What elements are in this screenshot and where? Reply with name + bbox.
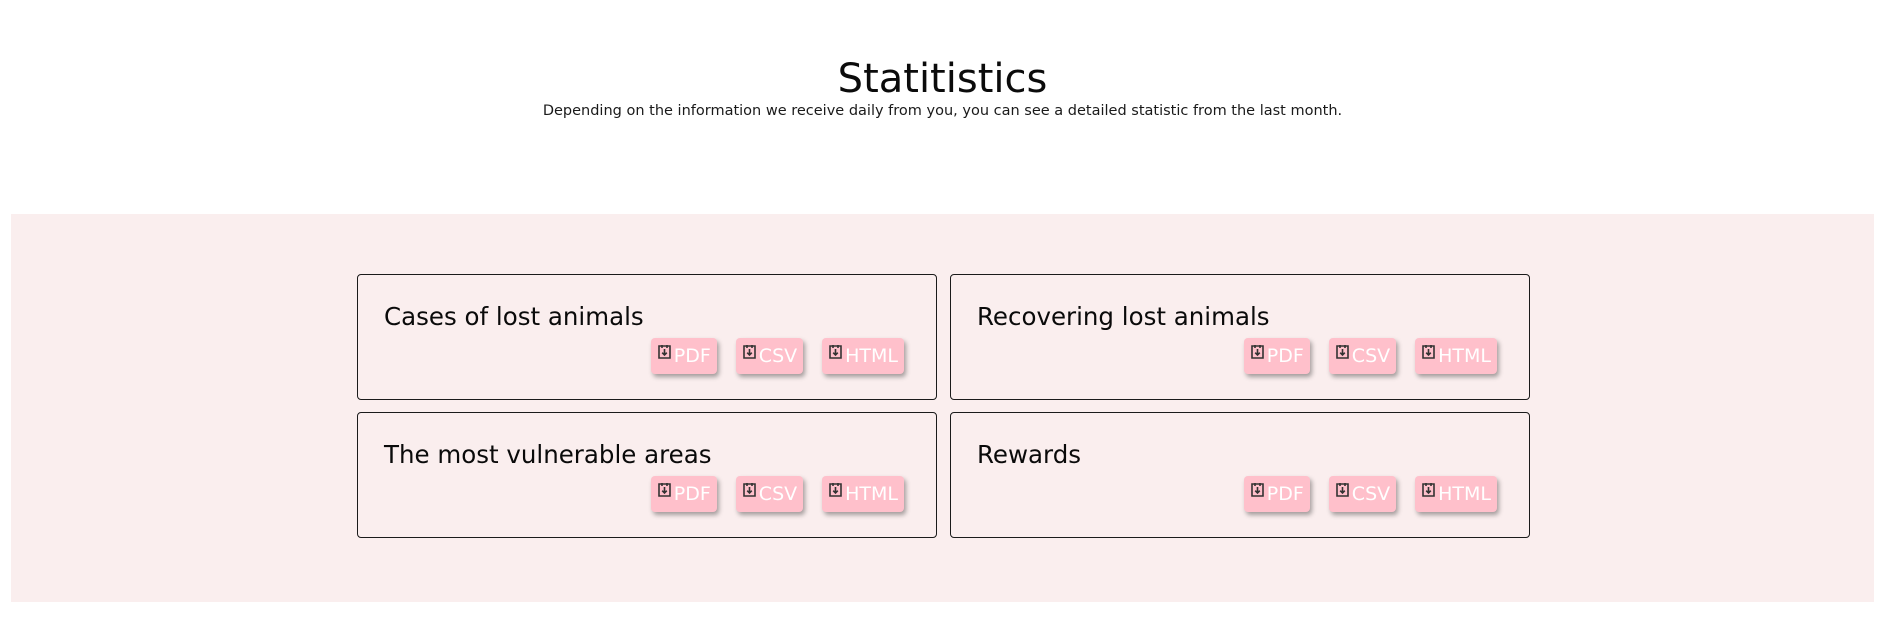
page-header: Statitistics Depending on the informatio… bbox=[0, 0, 1885, 214]
download-pdf-button[interactable]: PDF bbox=[1243, 338, 1310, 374]
stat-card-rewards: Rewards PDF CSV HTML bbox=[950, 412, 1530, 538]
download-csv-label: CSV bbox=[758, 345, 798, 367]
download-pdf-label: PDF bbox=[1266, 483, 1304, 505]
download-html-button[interactable]: HTML bbox=[1415, 476, 1497, 512]
card-title: Rewards bbox=[977, 440, 1082, 469]
download-html-label: HTML bbox=[845, 345, 898, 367]
download-csv-button[interactable]: CSV bbox=[735, 476, 804, 512]
download-pdf-button[interactable]: PDF bbox=[1243, 476, 1310, 512]
download-button-group: PDF CSV HTML bbox=[650, 338, 904, 374]
download-icon bbox=[1335, 482, 1350, 498]
download-html-button[interactable]: HTML bbox=[822, 476, 904, 512]
stat-card-most-vulnerable-areas: The most vulnerable areas PDF CSV HTML bbox=[357, 412, 937, 538]
download-pdf-button[interactable]: PDF bbox=[650, 338, 717, 374]
card-title: The most vulnerable areas bbox=[384, 440, 712, 469]
card-title: Recovering lost animals bbox=[977, 302, 1270, 331]
download-csv-button[interactable]: CSV bbox=[1328, 476, 1397, 512]
page-title: Statitistics bbox=[837, 56, 1048, 102]
stat-card-recovering-lost-animals: Recovering lost animals PDF CSV HTML bbox=[950, 274, 1530, 400]
download-html-button[interactable]: HTML bbox=[1415, 338, 1497, 374]
download-csv-button[interactable]: CSV bbox=[1328, 338, 1397, 374]
download-button-group: PDF CSV HTML bbox=[650, 476, 904, 512]
download-csv-button[interactable]: CSV bbox=[735, 338, 804, 374]
page-subtitle: Depending on the information we receive … bbox=[542, 103, 1343, 119]
download-csv-label: CSV bbox=[1351, 345, 1391, 367]
download-button-group: PDF CSV HTML bbox=[1243, 476, 1497, 512]
download-icon bbox=[1421, 344, 1436, 360]
download-pdf-label: PDF bbox=[673, 483, 711, 505]
download-html-label: HTML bbox=[1438, 483, 1491, 505]
stat-card-cases-of-lost-animals: Cases of lost animals PDF CSV HTML bbox=[357, 274, 937, 400]
download-icon bbox=[828, 344, 843, 360]
download-csv-label: CSV bbox=[758, 483, 798, 505]
download-html-label: HTML bbox=[1438, 345, 1491, 367]
download-icon bbox=[657, 344, 672, 360]
card-title: Cases of lost animals bbox=[384, 302, 644, 331]
download-icon bbox=[1335, 344, 1350, 360]
download-html-label: HTML bbox=[845, 483, 898, 505]
download-pdf-label: PDF bbox=[1266, 345, 1304, 367]
statistics-section: Cases of lost animals PDF CSV HTML Recov… bbox=[11, 214, 1874, 602]
download-pdf-button[interactable]: PDF bbox=[650, 476, 717, 512]
download-icon bbox=[1421, 482, 1436, 498]
download-icon bbox=[657, 482, 672, 498]
download-icon bbox=[828, 482, 843, 498]
download-pdf-label: PDF bbox=[673, 345, 711, 367]
download-button-group: PDF CSV HTML bbox=[1243, 338, 1497, 374]
download-icon bbox=[742, 344, 757, 360]
download-csv-label: CSV bbox=[1351, 483, 1391, 505]
download-html-button[interactable]: HTML bbox=[822, 338, 904, 374]
download-icon bbox=[742, 482, 757, 498]
download-icon bbox=[1250, 344, 1265, 360]
download-icon bbox=[1250, 482, 1265, 498]
